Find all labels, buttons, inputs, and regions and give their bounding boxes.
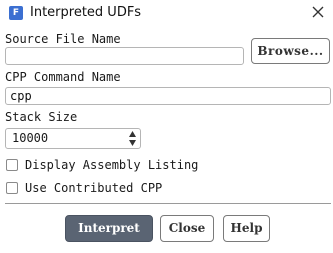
source-file-input[interactable] <box>5 47 244 65</box>
interpret-button[interactable]: Interpret <box>65 215 153 242</box>
window-title: Interpreted UDFs <box>30 5 142 20</box>
display-assembly-checkbox[interactable] <box>6 159 18 171</box>
display-assembly-label: Display Assembly Listing <box>25 158 199 172</box>
close-button[interactable]: Close <box>160 215 214 242</box>
help-button[interactable]: Help <box>223 215 270 242</box>
divider <box>5 203 331 204</box>
use-contributed-cpp-checkbox[interactable] <box>6 182 18 194</box>
stack-size-label: Stack Size <box>5 110 78 124</box>
use-contributed-cpp-label: Use Contributed CPP <box>25 181 163 195</box>
stack-size-value[interactable]: 10000 <box>12 131 48 145</box>
cpp-command-input[interactable]: cpp <box>5 87 331 105</box>
title-bar: F Interpreted UDFs <box>0 0 333 28</box>
browse-button[interactable]: Browse... <box>251 38 330 64</box>
stack-size-spinner[interactable]: 10000 <box>5 128 141 149</box>
display-assembly-option[interactable]: Display Assembly Listing <box>6 157 198 173</box>
source-file-label: Source File Name <box>5 32 121 46</box>
spin-up-icon[interactable] <box>128 130 137 138</box>
close-icon[interactable] <box>310 4 326 20</box>
spin-down-icon[interactable] <box>128 139 137 147</box>
fluent-app-icon: F <box>9 6 23 20</box>
cpp-command-label: CPP Command Name <box>5 70 121 84</box>
use-contributed-cpp-option[interactable]: Use Contributed CPP <box>6 180 162 196</box>
